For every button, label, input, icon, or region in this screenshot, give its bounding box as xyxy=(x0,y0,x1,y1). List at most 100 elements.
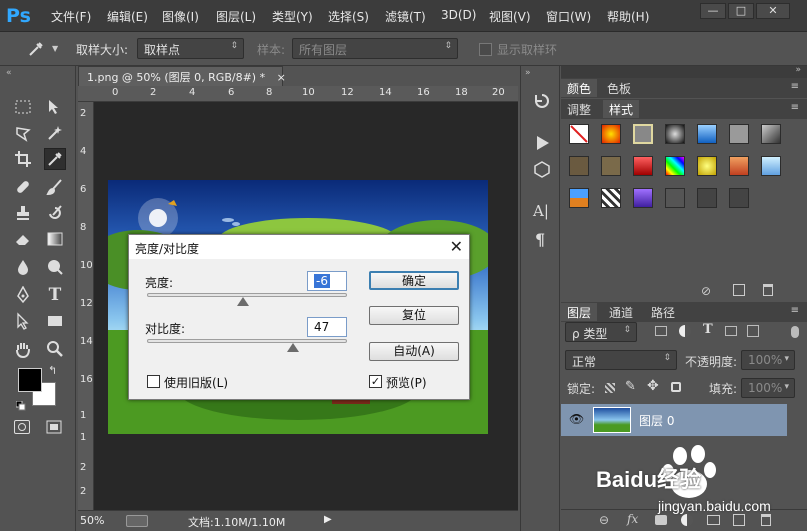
menu-view[interactable]: 视图(V) xyxy=(489,8,531,25)
style-swatch[interactable] xyxy=(601,124,621,144)
maximize-button[interactable]: □ xyxy=(728,3,754,19)
link-layers-icon[interactable]: ⊖ xyxy=(599,513,609,527)
gradient-tool-icon[interactable] xyxy=(44,228,66,250)
style-swatch[interactable] xyxy=(697,188,717,208)
contrast-slider-track[interactable] xyxy=(147,339,347,343)
tab-paths[interactable]: 路径 xyxy=(645,303,681,321)
zoom-tool-icon[interactable] xyxy=(44,338,66,360)
tab-channels[interactable]: 通道 xyxy=(603,303,639,321)
style-swatch[interactable] xyxy=(601,188,621,208)
tab-adjustments[interactable]: 调整 xyxy=(561,100,597,118)
style-swatch[interactable] xyxy=(633,156,653,176)
chevron-down-icon[interactable]: ▼ xyxy=(52,44,58,53)
filter-adjustment-icon[interactable] xyxy=(679,325,691,337)
style-swatch[interactable] xyxy=(569,156,589,176)
foreground-color-swatch[interactable] xyxy=(18,368,42,392)
filter-shape-icon[interactable] xyxy=(725,326,737,336)
screen-mode-icon[interactable] xyxy=(46,420,62,434)
path-selection-tool-icon[interactable] xyxy=(12,310,34,332)
menu-window[interactable]: 窗口(W) xyxy=(546,8,591,25)
lasso-tool-icon[interactable] xyxy=(12,122,34,144)
style-none-swatch[interactable] xyxy=(569,124,589,144)
use-legacy-checkbox[interactable] xyxy=(147,375,160,388)
tab-color[interactable]: 颜色 xyxy=(561,79,598,97)
clone-stamp-tool-icon[interactable] xyxy=(12,202,34,224)
close-window-button[interactable]: ✕ xyxy=(756,3,790,19)
swap-colors-icon[interactable]: ↰ xyxy=(48,364,57,377)
opacity-input[interactable]: 100% ▾ xyxy=(741,350,795,370)
eyedropper-tool-icon[interactable] xyxy=(44,148,66,170)
tab-styles[interactable]: 样式 xyxy=(603,100,640,118)
dodge-tool-icon[interactable] xyxy=(44,256,66,278)
style-swatch[interactable] xyxy=(729,188,749,208)
zoom-level[interactable]: 50% xyxy=(80,514,104,527)
menu-type[interactable]: 类型(Y) xyxy=(272,8,313,25)
style-swatch[interactable] xyxy=(729,124,749,144)
filter-type-icon[interactable]: T xyxy=(703,322,713,337)
crop-tool-icon[interactable] xyxy=(12,148,34,170)
blur-tool-icon[interactable] xyxy=(12,256,34,278)
menu-select[interactable]: 选择(S) xyxy=(328,8,369,25)
magic-wand-tool-icon[interactable] xyxy=(44,122,66,144)
add-mask-icon[interactable] xyxy=(655,515,667,525)
new-style-icon[interactable] xyxy=(733,284,745,296)
eyedropper-preset-icon[interactable] xyxy=(27,40,47,58)
style-swatch[interactable] xyxy=(601,156,621,176)
history-panel-icon[interactable] xyxy=(533,92,551,110)
layer-filter-select[interactable]: ρ 类型 ⇕ xyxy=(565,322,637,342)
show-ring-checkbox[interactable] xyxy=(479,43,492,56)
filter-pixel-icon[interactable] xyxy=(655,326,667,336)
auto-button[interactable]: 自动(A) xyxy=(369,342,459,361)
healing-brush-tool-icon[interactable] xyxy=(12,176,34,198)
panel-menu-icon[interactable]: ≡ xyxy=(791,305,799,316)
pen-tool-icon[interactable] xyxy=(12,284,34,306)
history-brush-tool-icon[interactable] xyxy=(44,202,66,224)
style-swatch[interactable] xyxy=(665,156,685,176)
style-swatch[interactable] xyxy=(761,156,781,176)
brush-tool-icon[interactable] xyxy=(44,176,66,198)
menu-image[interactable]: 图像(I) xyxy=(162,8,199,25)
document-tab[interactable]: 1.png @ 50% (图层 0, RGB/8#) * × xyxy=(78,66,286,86)
no-icon[interactable]: ⊘ xyxy=(701,284,711,298)
contrast-slider-thumb[interactable] xyxy=(287,343,299,352)
style-swatch[interactable] xyxy=(697,156,717,176)
filter-toggle-icon[interactable] xyxy=(791,326,799,338)
style-swatch[interactable] xyxy=(761,124,781,144)
contrast-input[interactable]: 47 xyxy=(307,317,347,337)
style-swatch[interactable] xyxy=(665,124,685,144)
3d-panel-icon[interactable] xyxy=(533,160,551,178)
new-group-icon[interactable] xyxy=(707,515,720,525)
style-swatch[interactable] xyxy=(633,188,653,208)
eye-icon[interactable]: 👁 xyxy=(569,412,584,426)
tab-swatches[interactable]: 色板 xyxy=(601,79,637,97)
fx-icon[interactable]: fx xyxy=(627,512,638,526)
rectangle-tool-icon[interactable] xyxy=(44,310,66,332)
trash-icon[interactable] xyxy=(763,284,773,296)
quick-mask-icon[interactable] xyxy=(14,420,30,434)
blend-mode-select[interactable]: 正常 ⇕ xyxy=(565,350,677,370)
fill-input[interactable]: 100% ▾ xyxy=(741,378,795,398)
doc-status-icon[interactable] xyxy=(126,515,148,527)
style-swatch[interactable] xyxy=(697,124,717,144)
menu-layer[interactable]: 图层(L) xyxy=(216,8,256,25)
menu-help[interactable]: 帮助(H) xyxy=(607,8,649,25)
panel-menu-icon[interactable]: ≡ xyxy=(791,81,799,92)
collapse-icon[interactable]: « xyxy=(6,68,12,78)
reset-button[interactable]: 复位 xyxy=(369,306,459,325)
character-panel-icon[interactable]: A| xyxy=(533,202,551,220)
delete-layer-icon[interactable] xyxy=(761,514,771,526)
expand-icon[interactable]: » xyxy=(525,68,531,78)
sample-size-select[interactable]: 取样点 ⇕ xyxy=(137,38,244,59)
dialog-close-button[interactable]: ✕ xyxy=(450,237,463,256)
lock-pixels-icon[interactable]: ✎ xyxy=(625,379,636,394)
move-tool-icon[interactable] xyxy=(44,96,66,118)
marquee-tool-icon[interactable] xyxy=(12,96,34,118)
layer-name[interactable]: 图层 0 xyxy=(639,412,674,429)
close-tab-icon[interactable]: × xyxy=(277,71,286,84)
collapse-panels-icon[interactable]: » xyxy=(795,65,801,75)
dialog-title-bar[interactable]: 亮度/对比度 xyxy=(129,235,469,259)
ok-button[interactable]: 确定 xyxy=(369,271,459,290)
default-colors-icon[interactable] xyxy=(15,400,26,411)
tab-layers[interactable]: 图层 xyxy=(561,303,598,321)
actions-panel-icon[interactable] xyxy=(533,134,551,152)
